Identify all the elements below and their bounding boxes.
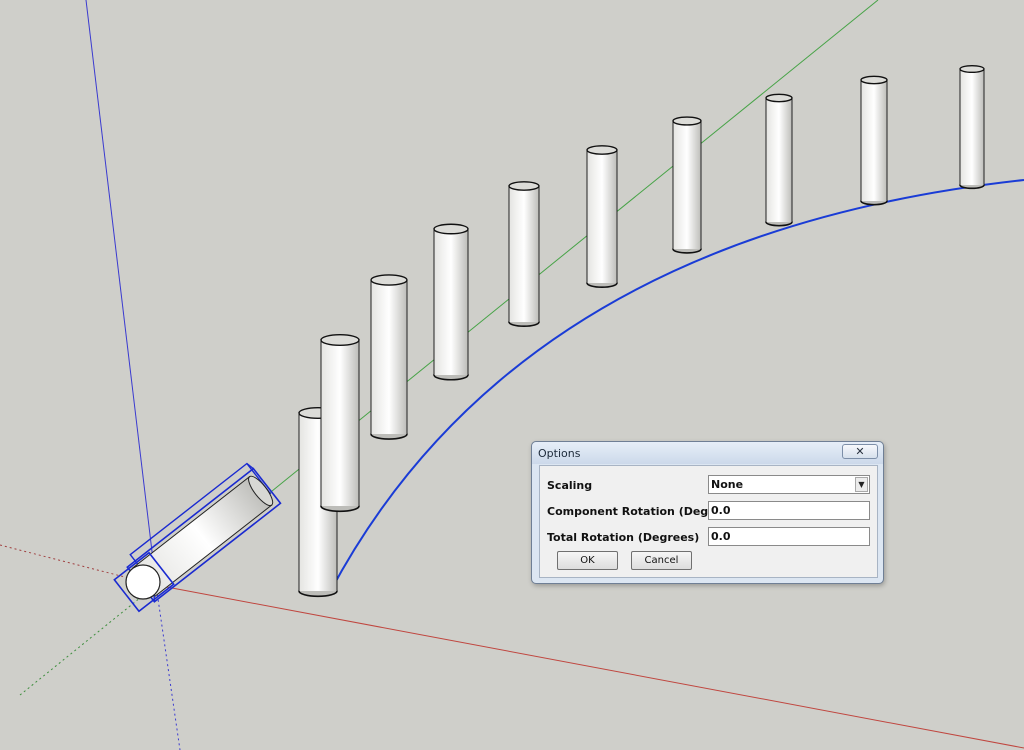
- green-axis-dotted: [19, 584, 157, 696]
- ok-button[interactable]: OK: [557, 551, 618, 570]
- component-rotation-value: 0.0: [711, 504, 731, 517]
- cancel-button[interactable]: Cancel: [631, 551, 692, 570]
- close-button[interactable]: ✕: [842, 444, 878, 459]
- cylinder-post[interactable]: [586, 145, 618, 288]
- chevron-down-icon[interactable]: ▼: [855, 477, 868, 492]
- cylinder-top: [959, 64, 985, 74]
- model-viewport[interactable]: [0, 0, 1024, 750]
- cylinder-post[interactable]: [433, 223, 469, 381]
- cylinder-top: [370, 274, 408, 286]
- cylinder-top: [765, 93, 793, 103]
- cylinder-post[interactable]: [370, 274, 408, 440]
- dialog-title: Options: [538, 447, 581, 460]
- blue-axis-dotted: [155, 584, 181, 750]
- cylinder-top: [860, 75, 888, 85]
- options-dialog: Options ✕ Scaling None ▼ Component Rotat…: [531, 441, 884, 584]
- cylinder-body: [434, 229, 468, 375]
- cylinder-top: [320, 333, 360, 347]
- cylinder-top: [586, 145, 618, 155]
- scaling-dropdown[interactable]: None ▼: [708, 475, 870, 494]
- cylinder-body: [673, 121, 701, 249]
- total-rotation-label: Total Rotation (Degrees): [547, 531, 700, 544]
- cylinder-top: [672, 116, 702, 126]
- total-rotation-value: 0.0: [711, 530, 731, 543]
- cylinder-body: [321, 340, 359, 506]
- scaling-label: Scaling: [547, 479, 593, 492]
- red-axis-line: [155, 584, 1024, 749]
- cylinder-body: [960, 69, 984, 185]
- cylinder-post[interactable]: [860, 75, 888, 206]
- cylinder-body: [861, 80, 887, 201]
- cylinder-post[interactable]: [765, 93, 793, 227]
- cylinder-top: [508, 181, 540, 191]
- component-rotation-input[interactable]: 0.0: [708, 501, 870, 520]
- scaling-value: None: [711, 478, 744, 491]
- cylinder-body: [509, 186, 539, 322]
- ok-button-label: OK: [580, 555, 595, 566]
- cylinder-post[interactable]: [508, 181, 540, 327]
- cylinder-post[interactable]: [959, 64, 985, 190]
- cylinder-body: [587, 150, 617, 283]
- cylinder-body: [371, 280, 407, 434]
- total-rotation-input[interactable]: 0.0: [708, 527, 870, 546]
- cylinder-post[interactable]: [672, 116, 702, 254]
- blue-axis-line: [85, 0, 157, 586]
- cancel-button-label: Cancel: [644, 555, 679, 566]
- dialog-content: Scaling None ▼ Component Rotation (Degre…: [539, 465, 878, 578]
- cylinder-top: [433, 223, 469, 235]
- cylinder-post[interactable]: [320, 333, 360, 513]
- cylinder-body: [766, 98, 792, 222]
- dialog-titlebar[interactable]: Options ✕: [532, 442, 883, 464]
- lying-cylinder-face: [125, 564, 161, 600]
- close-icon: ✕: [855, 445, 865, 458]
